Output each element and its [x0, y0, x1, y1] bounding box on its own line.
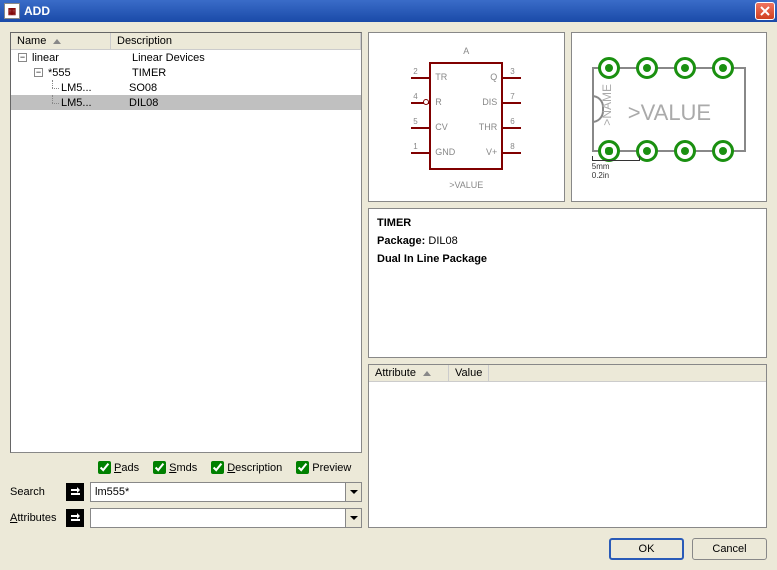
scale-in: 0.2in: [592, 171, 640, 180]
package-value-label: >VALUE: [628, 100, 711, 126]
description-label: Description: [227, 462, 282, 474]
arrow-right-icon: [69, 512, 81, 524]
tree-item-desc: DIL08: [123, 97, 361, 109]
tree-item-desc: TIMER: [126, 67, 361, 79]
scale-indicator: 5mm 0.2in: [592, 156, 640, 180]
description-checkbox[interactable]: [211, 461, 224, 474]
preview-checkbox[interactable]: [296, 461, 309, 474]
desc-note: Dual In Line Package: [377, 253, 487, 265]
app-icon: ▦: [4, 3, 20, 19]
tree-row[interactable]: −linearLinear Devices: [11, 50, 361, 65]
tree-item-name: *555: [46, 67, 126, 79]
tree-item-desc: SO08: [123, 82, 361, 94]
search-dropdown-button[interactable]: [345, 483, 361, 501]
desc-package-label: Package:: [377, 235, 425, 247]
attributes-label: Attributes: [10, 512, 60, 524]
column-attribute[interactable]: Attribute: [369, 365, 449, 381]
pads-checkbox[interactable]: [98, 461, 111, 474]
column-description-label: Description: [117, 35, 172, 47]
cancel-button[interactable]: Cancel: [692, 538, 767, 560]
ok-button[interactable]: OK: [609, 538, 684, 560]
description-panel: TIMER Package: DIL08 Dual In Line Packag…: [368, 208, 767, 358]
tree-expander[interactable]: −: [34, 68, 43, 77]
tree-row[interactable]: −*555TIMER: [11, 65, 361, 80]
tree-header: Name Description: [11, 33, 361, 50]
smds-label: Smds: [169, 462, 197, 474]
attributes-dropdown-button[interactable]: [345, 509, 361, 527]
titlebar: ▦ ADD: [0, 0, 777, 22]
close-icon: [760, 6, 770, 16]
package-name-label: >NAME: [600, 84, 614, 126]
tree-item-name: LM5...: [59, 82, 123, 94]
column-name-label: Name: [17, 35, 46, 47]
window-title: ADD: [24, 4, 755, 18]
symbol-top-label: A: [391, 46, 541, 56]
package-preview: >NAME >VALUE 5mm 0.2in: [571, 32, 768, 202]
column-description[interactable]: Description: [111, 33, 361, 49]
smds-checkbox[interactable]: [153, 461, 166, 474]
tree-expander[interactable]: −: [18, 53, 27, 62]
search-input[interactable]: [91, 483, 345, 501]
desc-package-value: DIL08: [428, 235, 457, 247]
scale-mm: 5mm: [592, 162, 640, 171]
pads-label: Pads: [114, 462, 139, 474]
column-value-label: Value: [455, 367, 482, 379]
attributes-input[interactable]: [91, 509, 345, 527]
preview-label: Preview: [312, 462, 351, 474]
attribute-table: Attribute Value: [368, 364, 767, 528]
library-tree[interactable]: Name Description −linearLinear Devices−*…: [10, 32, 362, 453]
close-button[interactable]: [755, 2, 775, 20]
symbol-preview: A 2TR4R5CV1GND3Q7DIS6THR8V+ >VALUE: [368, 32, 565, 202]
tree-item-desc: Linear Devices: [126, 52, 361, 64]
search-label: Search: [10, 486, 60, 498]
symbol-bottom-label: >VALUE: [391, 180, 541, 190]
filter-checkboxes: Pads Smds Description Preview: [10, 459, 362, 476]
search-go-button[interactable]: [66, 483, 84, 501]
sort-ascending-icon: [53, 39, 61, 44]
tree-row[interactable]: LM5...DIL08: [11, 95, 361, 110]
sort-ascending-icon: [423, 371, 431, 376]
tree-row[interactable]: LM5...SO08: [11, 80, 361, 95]
tree-item-name: LM5...: [59, 97, 123, 109]
arrow-right-icon: [69, 486, 81, 498]
column-attribute-label: Attribute: [375, 367, 416, 379]
attributes-go-button[interactable]: [66, 509, 84, 527]
column-value[interactable]: Value: [449, 365, 489, 381]
column-name[interactable]: Name: [11, 33, 111, 49]
desc-title: TIMER: [377, 217, 411, 229]
tree-item-name: linear: [30, 52, 126, 64]
